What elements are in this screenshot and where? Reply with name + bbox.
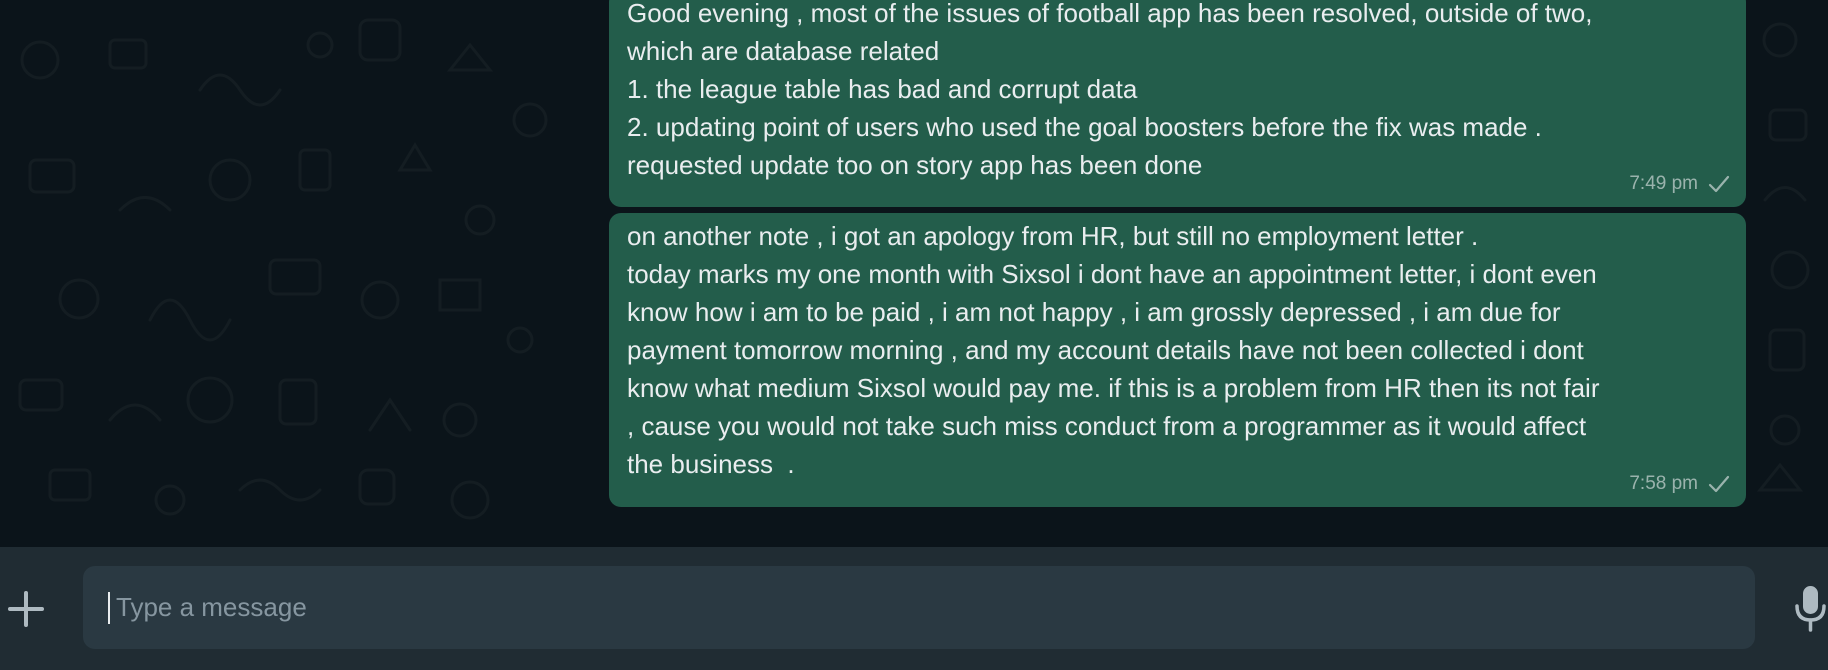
- message-text-line: on another note , i got an apology from …: [627, 221, 1479, 251]
- message-text-line: the business .: [627, 449, 795, 479]
- message-meta: 7:49 pm: [1629, 173, 1730, 195]
- message-text-line: Good evening , most of the issues of foo…: [627, 0, 1593, 28]
- outgoing-message[interactable]: on another note , i got an apology from …: [609, 213, 1746, 507]
- message-text-line: today marks my one month with Sixsol i d…: [627, 259, 1597, 289]
- text-caret: [108, 591, 110, 624]
- chat-area: Good evening , most of the issues of foo…: [0, 0, 1828, 547]
- message-text-line: know what medium Sixsol would pay me. if…: [627, 373, 1600, 403]
- message-text-line: , cause you would not take such miss con…: [627, 411, 1587, 441]
- message-input-placeholder: Type a message: [116, 592, 307, 622]
- outgoing-message[interactable]: Good evening , most of the issues of foo…: [609, 0, 1746, 207]
- message-text-line: requested update too on story app has be…: [627, 150, 1203, 180]
- plus-icon[interactable]: [6, 589, 46, 629]
- message-composer: Type a message: [0, 547, 1828, 670]
- message-time: 7:49 pm: [1629, 173, 1698, 194]
- message-time: 7:58 pm: [1629, 473, 1698, 494]
- microphone-icon[interactable]: [1793, 584, 1828, 634]
- message-meta: 7:58 pm: [1629, 473, 1730, 495]
- message-text-line: which are database related: [627, 36, 940, 66]
- message-text-line: 2. updating point of users who used the …: [627, 112, 1542, 142]
- message-text-line: payment tomorrow morning , and my accoun…: [627, 335, 1584, 365]
- single-check-icon: [1708, 475, 1730, 493]
- message-input[interactable]: Type a message: [83, 566, 1755, 649]
- single-check-icon: [1708, 175, 1730, 193]
- message-text-line: 1. the league table has bad and corrupt …: [627, 74, 1138, 104]
- message-text-line: know how i am to be paid , i am not happ…: [627, 297, 1561, 327]
